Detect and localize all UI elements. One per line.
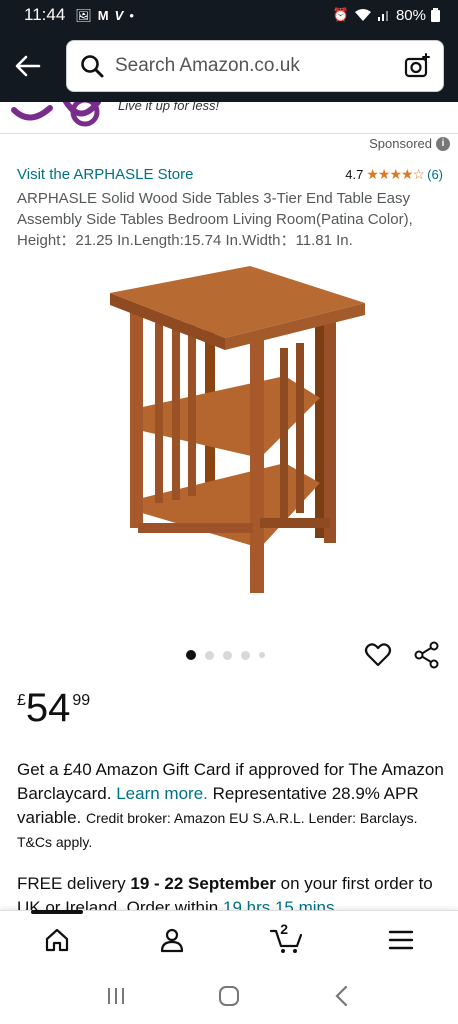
store-row: Visit the ARPHASLE Store 4.7 ★★★★☆ (6) xyxy=(17,166,443,183)
wifi-icon xyxy=(354,9,371,21)
banner-tagline: Live it up for less! xyxy=(118,102,220,113)
nav-home[interactable] xyxy=(27,915,87,965)
back-arrow-icon xyxy=(15,55,41,77)
search-input[interactable] xyxy=(115,55,403,77)
v-icon: V xyxy=(114,7,124,23)
sponsored-label[interactable]: Sponsored i xyxy=(369,136,450,151)
sponsored-banner[interactable]: Live it up for less! xyxy=(0,102,458,134)
delivery-dates: 19 - 22 September xyxy=(130,874,276,893)
bottom-nav: 2 xyxy=(0,910,458,968)
delivery-info: FREE delivery 19 - 22 September on your … xyxy=(17,872,447,912)
active-tab-indicator xyxy=(31,910,83,914)
sponsored-text: Sponsored xyxy=(369,136,432,151)
price-fraction: 99 xyxy=(72,692,91,709)
share-icon[interactable] xyxy=(413,641,441,669)
back-system-button[interactable] xyxy=(322,976,362,1016)
price-symbol: £ xyxy=(17,692,26,709)
status-bar: 11:44 🖼 M V • ⏰ 80% xyxy=(0,0,458,30)
carousel-dot-5[interactable] xyxy=(259,652,265,658)
product-title: ARPHASLE Solid Wood Side Tables 3-Tier E… xyxy=(17,190,413,249)
delivery-prefix: FREE delivery xyxy=(17,874,126,893)
store-link[interactable]: Visit the ARPHASLE Store xyxy=(17,166,193,183)
nav-account[interactable] xyxy=(142,915,202,965)
battery-level: 80% xyxy=(395,6,426,24)
battery-icon xyxy=(431,8,440,22)
nav-menu[interactable] xyxy=(371,915,431,965)
wishlist-heart-icon[interactable] xyxy=(364,641,392,669)
nav-cart[interactable]: 2 xyxy=(256,915,316,965)
banner-logo xyxy=(11,102,101,127)
search-icon xyxy=(81,55,104,78)
status-left: 11:44 🖼 M V • xyxy=(24,5,134,25)
info-icon[interactable]: i xyxy=(436,136,450,151)
home-system-button[interactable] xyxy=(209,976,249,1016)
status-time: 11:44 xyxy=(24,5,66,24)
product-image[interactable] xyxy=(100,258,370,598)
system-nav-bar xyxy=(0,968,458,1024)
carousel-dot-2[interactable] xyxy=(205,650,214,660)
price: £ 54 99 xyxy=(17,686,90,730)
learn-more-link[interactable]: Learn more. xyxy=(116,784,208,803)
account-icon xyxy=(160,928,183,952)
status-right: ⏰ 80% xyxy=(333,7,440,24)
back-button[interactable] xyxy=(14,52,42,80)
camera-search-icon[interactable] xyxy=(403,52,431,80)
home-icon xyxy=(46,928,69,951)
price-whole: 54 xyxy=(25,686,71,730)
alarm-icon: ⏰ xyxy=(332,7,349,22)
carousel-dot-1[interactable] xyxy=(186,650,196,660)
star-rating-icon: ★★★★☆ xyxy=(366,166,425,182)
header xyxy=(0,30,458,102)
cart-count-badge: 2 xyxy=(280,920,289,937)
recent-apps-icon xyxy=(108,988,125,1004)
rating-count[interactable]: (6) xyxy=(427,167,443,182)
rating-value: 4.7 xyxy=(345,167,364,182)
back-chevron-icon xyxy=(335,985,347,1007)
menu-icon xyxy=(388,930,413,949)
gallery-icon: 🖼 xyxy=(75,7,92,23)
rating[interactable]: 4.7 ★★★★☆ (6) xyxy=(345,166,443,183)
carousel-dot-3[interactable] xyxy=(223,650,232,660)
recent-apps-button[interactable] xyxy=(96,976,136,1016)
carousel-dot-4[interactable] xyxy=(241,650,250,660)
home-circle-icon xyxy=(218,986,239,1006)
signal-icon xyxy=(377,11,388,21)
gmail-icon: M xyxy=(97,7,109,23)
image-carousel-dots[interactable] xyxy=(186,650,265,660)
search-box[interactable] xyxy=(66,40,444,92)
barclaycard-promo: Get a £40 Amazon Gift Card if approved f… xyxy=(17,758,447,854)
dot-icon: • xyxy=(129,7,134,23)
